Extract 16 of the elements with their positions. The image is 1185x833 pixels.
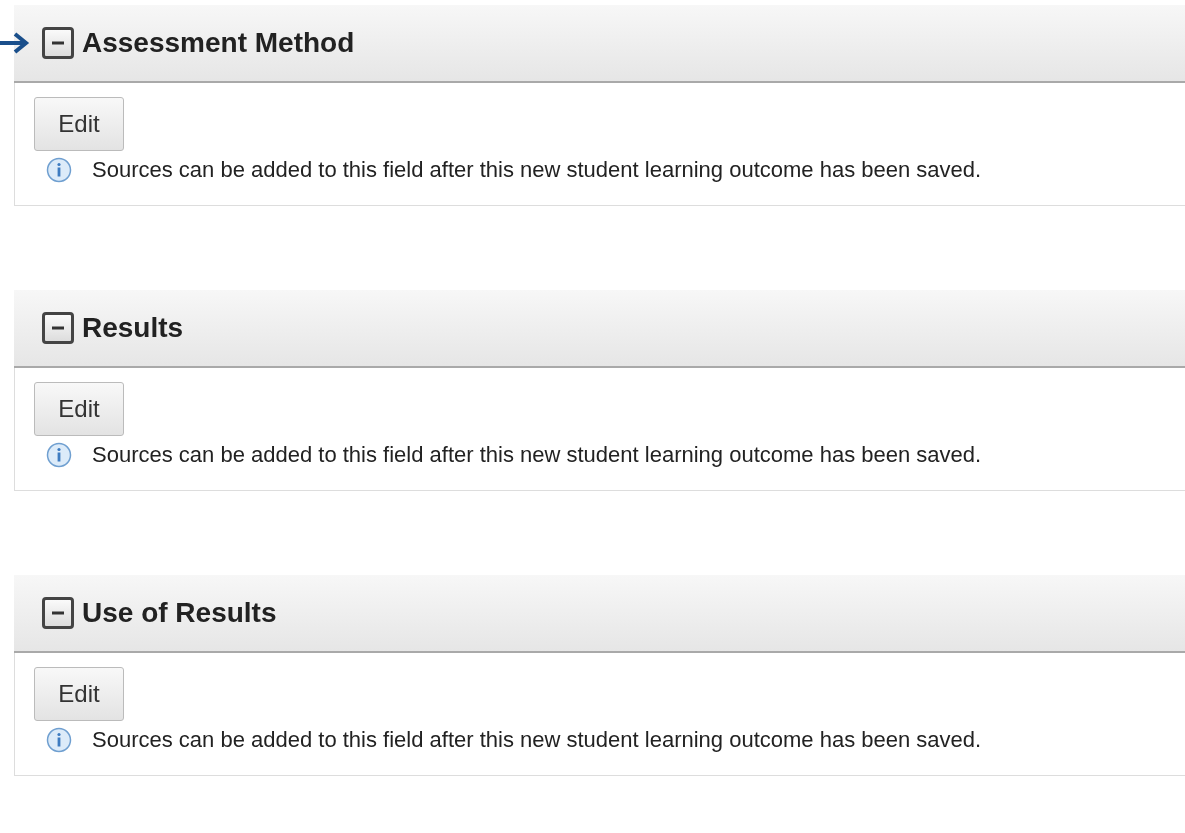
pointer-arrow-icon xyxy=(0,31,30,55)
info-message: Sources can be added to this field after this new student learning outcome has been saved. xyxy=(92,727,982,753)
edit-button[interactable]: Edit xyxy=(34,97,124,151)
collapse-toggle[interactable] xyxy=(42,597,74,629)
info-icon xyxy=(46,157,72,183)
info-icon xyxy=(46,727,72,753)
info-message: Sources can be added to this field after this new student learning outcome has been saved. xyxy=(92,442,982,468)
info-icon xyxy=(46,442,72,468)
section-title: Results xyxy=(82,312,184,344)
collapse-toggle[interactable] xyxy=(42,27,74,59)
collapse-toggle[interactable] xyxy=(42,312,74,344)
info-message: Sources can be added to this field after this new student learning outcome has been saved. xyxy=(92,157,982,183)
section-title: Assessment Method xyxy=(82,27,355,59)
edit-button[interactable]: Edit xyxy=(34,382,124,436)
edit-button[interactable]: Edit xyxy=(34,667,124,721)
section-title: Use of Results xyxy=(82,597,277,629)
